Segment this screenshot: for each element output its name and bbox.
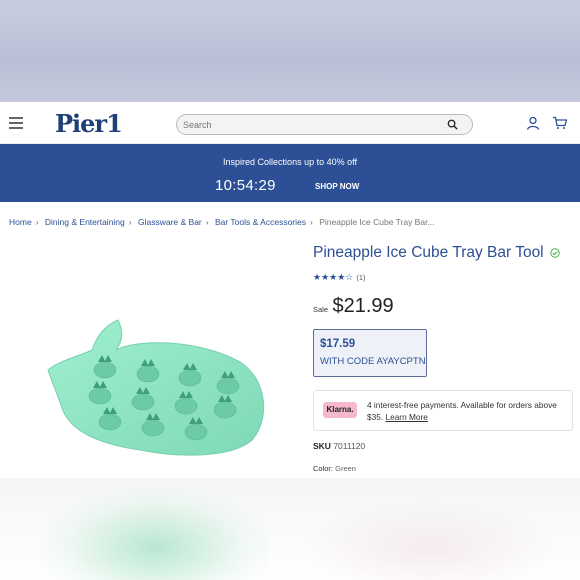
chevron-right-icon: › [35, 217, 39, 227]
site-header: Pier1 [0, 102, 580, 144]
color-selection: Color: Green [313, 464, 356, 473]
sku: SKU 7011120 [313, 441, 365, 451]
blurred-bottom-background [0, 478, 580, 580]
promo-message[interactable]: Inspired Collections up to 40% off [0, 157, 580, 167]
chevron-right-icon: › [310, 217, 313, 227]
sku-value: 7011120 [333, 441, 366, 451]
breadcrumb-dining[interactable]: Dining & Entertaining [45, 217, 125, 227]
breadcrumb-home[interactable]: Home [9, 217, 32, 227]
product-page: Pier1 Inspired Collections up to 40% off… [0, 102, 580, 478]
breadcrumb-bar-tools[interactable]: Bar Tools & Accessories [215, 217, 306, 227]
blurred-pink-glow [300, 498, 560, 580]
breadcrumb-glassware[interactable]: Glassware & Bar [138, 217, 202, 227]
site-logo[interactable]: Pier1 [55, 109, 123, 138]
account-icon[interactable] [526, 116, 540, 130]
search-input[interactable] [183, 119, 423, 130]
klarna-logo: Klarna. [323, 402, 357, 418]
klarna-message: 4 interest-free payments. Available for … [367, 399, 567, 423]
product-image[interactable] [40, 312, 270, 457]
chevron-right-icon: › [205, 217, 209, 227]
price-block: Sale $21.99 [313, 295, 394, 318]
sale-price: $21.99 [332, 295, 394, 317]
breadcrumb-current: Pineapple Ice Cube Tray Bar... [319, 217, 435, 227]
product-title: Pineapple Ice Cube Tray Bar Tool [313, 244, 560, 262]
product-rating[interactable]: ★★★★☆ (1) [313, 272, 366, 283]
hamburger-menu-icon[interactable] [9, 117, 23, 129]
search-bar[interactable] [176, 114, 473, 135]
sku-label: SKU [313, 441, 331, 451]
klarna-box: Klarna. 4 interest-free payments. Availa… [313, 390, 573, 431]
breadcrumb: Home › Dining & Entertaining › Glassware &… [9, 217, 435, 227]
blurred-green-glow [40, 488, 270, 580]
review-count[interactable]: (1) [356, 273, 365, 282]
coupon-price: $17.59 [320, 338, 356, 350]
blurred-top-background [0, 0, 580, 102]
verified-check-icon [550, 248, 560, 258]
cart-icon[interactable] [552, 116, 568, 130]
coupon-box[interactable]: $17.59 WITH CODE AYAYCPTN [313, 329, 427, 377]
search-icon[interactable] [447, 119, 458, 130]
color-label: Color: [313, 464, 334, 473]
promo-countdown: 10:54:29 [215, 177, 276, 194]
chevron-right-icon: › [128, 217, 132, 227]
promo-banner: Inspired Collections up to 40% off 10:54… [0, 144, 580, 202]
product-title-text: Pineapple Ice Cube Tray Bar Tool [313, 244, 544, 261]
shop-now-link[interactable]: SHOP NOW [315, 182, 359, 191]
sale-label: Sale [313, 305, 329, 314]
learn-more-link[interactable]: Learn More [385, 412, 427, 422]
coupon-code: WITH CODE AYAYCPTN [320, 356, 426, 367]
color-value: Green [335, 464, 356, 473]
rating-stars: ★★★★☆ [313, 272, 354, 282]
